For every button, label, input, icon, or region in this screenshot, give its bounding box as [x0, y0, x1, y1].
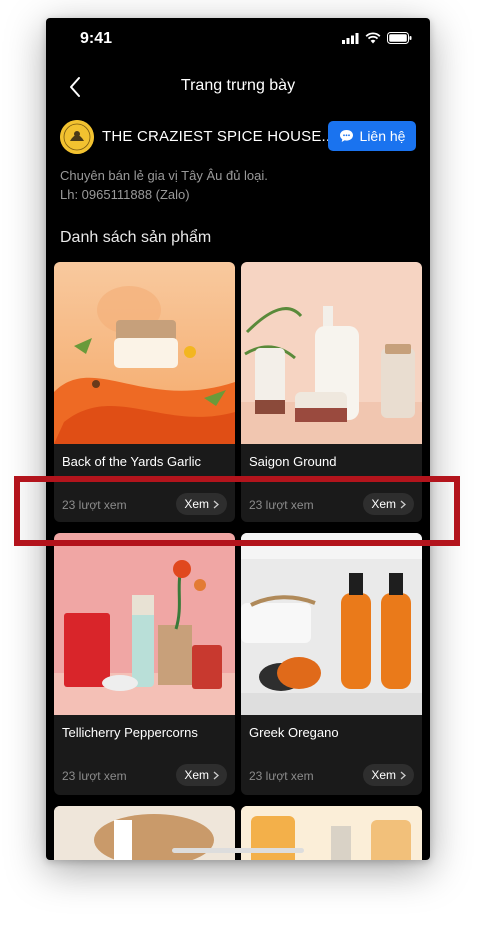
view-button[interactable]: Xem — [176, 764, 227, 786]
view-button[interactable]: Xem — [363, 764, 414, 786]
product-card[interactable]: Tellicherry Peppercorns 23 lượt xem Xem — [54, 533, 235, 795]
status-bar: 9:41 — [46, 18, 430, 62]
shop-header: THE CRAZIEST SPICE HOUSE... Liên hệ — [60, 118, 416, 158]
highlight-box — [14, 476, 460, 546]
product-name[interactable]: Tellicherry Peppercorns — [62, 725, 230, 740]
cellular-signal-icon — [342, 32, 359, 44]
home-indicator — [172, 848, 304, 853]
product-name[interactable]: Saigon Ground — [249, 454, 417, 469]
shop-description-line-2: Lh: 0965111888 (Zalo) — [60, 187, 190, 202]
product-views: 23 lượt xem — [249, 769, 314, 783]
view-button-label: Xem — [184, 768, 209, 782]
product-card[interactable]: Greek Oregano 23 lượt xem Xem — [241, 533, 422, 795]
chat-bubble-icon — [339, 130, 353, 142]
product-views: 23 lượt xem — [62, 769, 127, 783]
contact-button-label: Liên hệ — [359, 128, 406, 144]
contact-button[interactable]: Liên hệ — [328, 121, 416, 151]
product-image[interactable] — [241, 533, 422, 715]
top-navbar: Trang trưng bày — [46, 70, 430, 106]
product-image[interactable] — [241, 262, 422, 444]
status-time: 9:41 — [80, 30, 113, 47]
chevron-right-icon — [213, 771, 219, 779]
shop-logo-icon — [60, 120, 94, 154]
battery-icon — [387, 32, 412, 44]
page-title: Trang trưng bày — [180, 77, 296, 94]
view-button-label: Xem — [371, 768, 396, 782]
product-name[interactable]: Back of the Yards Garlic — [62, 454, 230, 469]
phone-screen: 9:41 Trang trưng bày THE CRAZIEST SPICE … — [46, 18, 430, 860]
product-image[interactable] — [54, 533, 235, 715]
shop-name[interactable]: THE CRAZIEST SPICE HOUSE... — [102, 128, 335, 145]
wifi-icon — [365, 32, 381, 44]
section-title: Danh sách sản phẩm — [60, 229, 212, 246]
shop-description: Chuyên bán lẻ gia vị Tây Âu đủ loại. Lh:… — [60, 166, 268, 204]
product-image[interactable] — [54, 262, 235, 444]
product-name[interactable]: Greek Oregano — [249, 725, 417, 740]
shop-description-line-1: Chuyên bán lẻ gia vị Tây Âu đủ loại. — [60, 168, 268, 183]
shop-logo[interactable] — [60, 120, 94, 154]
chevron-right-icon — [400, 771, 406, 779]
